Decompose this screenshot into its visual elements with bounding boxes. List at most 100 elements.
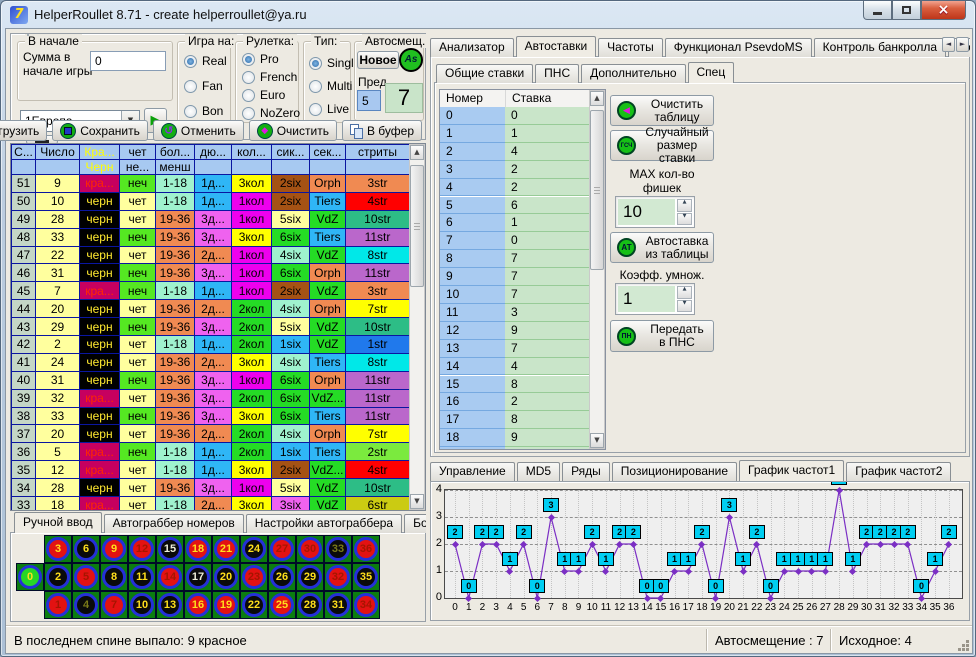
new-button[interactable]: Новое — [357, 51, 399, 69]
scroll-down-icon[interactable]: ▼ — [590, 433, 604, 448]
spins-scroll-thumb[interactable] — [410, 165, 424, 287]
main-tab-Контроль банкролла[interactable]: Контроль банкролла — [814, 38, 946, 57]
close-button[interactable]: × — [921, 1, 966, 20]
sub-tab-Дополнительно[interactable]: Дополнительно — [581, 64, 685, 83]
bets-row[interactable]: 97 — [440, 268, 589, 286]
bets-row[interactable]: 24 — [440, 143, 589, 161]
bets-row[interactable]: 56 — [440, 197, 589, 215]
spins-row[interactable]: 4928чернчет19-363д...1кол5sixVdZ10str — [12, 210, 410, 228]
spins-row[interactable]: 3720чернчет19-362д...2кол4sixOrph7str — [12, 425, 410, 443]
sub-tab-ПНС[interactable]: ПНС — [535, 64, 579, 83]
multiplier-value[interactable]: 1 — [618, 286, 675, 312]
bottom-tab-Позиционирование[interactable]: Позиционирование — [612, 462, 737, 481]
number-cell-33[interactable]: 33 — [324, 535, 352, 563]
bets-row[interactable]: 158 — [440, 376, 589, 394]
random-bet-button[interactable]: ГСЧ Случайныйразмер ставки — [610, 130, 714, 161]
clear-button[interactable]: Очистить — [249, 120, 337, 141]
autoshift-as-button[interactable]: As — [399, 48, 423, 72]
number-cell-4[interactable]: 4 — [72, 591, 100, 619]
spins-row[interactable]: 3932кра...чет19-363д...2кол6sixVdZ...11s… — [12, 389, 410, 407]
number-cell-25[interactable]: 25 — [268, 591, 296, 619]
bets-row[interactable]: 32 — [440, 161, 589, 179]
number-cell-11[interactable]: 11 — [128, 563, 156, 591]
spin-up-icon[interactable]: ▲ — [677, 199, 692, 212]
spins-row[interactable]: 4631черннеч19-363д...1кол6sixOrph11str — [12, 264, 410, 282]
minimize-button[interactable] — [863, 1, 892, 20]
spin-down-icon[interactable]: ▼ — [677, 300, 692, 313]
number-cell-2[interactable]: 2 — [44, 563, 72, 591]
input-tab-Автограббер номеров[interactable]: Автограббер номеров — [104, 514, 244, 533]
bets-row[interactable]: 42 — [440, 179, 589, 197]
number-cell-31[interactable]: 31 — [324, 591, 352, 619]
number-cell-32[interactable]: 32 — [324, 563, 352, 591]
scroll-down-icon[interactable]: ▼ — [410, 494, 424, 509]
number-cell-36[interactable]: 36 — [352, 535, 380, 563]
bets-scrollbar[interactable]: ▲ ▼ — [589, 90, 605, 449]
radio-Singl[interactable]: Singl — [309, 56, 354, 70]
number-cell-19[interactable]: 19 — [212, 591, 240, 619]
radio-Pro[interactable]: Pro — [242, 52, 300, 66]
bottom-tab-График частот2[interactable]: График частот2 — [846, 462, 951, 481]
number-cell-21[interactable]: 21 — [212, 535, 240, 563]
max-chips-value[interactable]: 10 — [618, 199, 675, 225]
spins-row[interactable]: 4722чернчет19-362д...1кол4sixVdZ8str — [12, 246, 410, 264]
number-cell-6[interactable]: 6 — [72, 535, 100, 563]
bets-row[interactable]: 70 — [440, 232, 589, 250]
number-cell-29[interactable]: 29 — [296, 563, 324, 591]
bets-row[interactable]: 193 — [440, 447, 589, 449]
spins-row[interactable]: 3428чернчет19-363д...1кол5sixVdZ10str — [12, 479, 410, 497]
radio-Live[interactable]: Live — [309, 102, 354, 116]
spins-row[interactable]: 4124чернчет19-362д...3кол4sixTiers8str — [12, 353, 410, 371]
bets-row[interactable]: 00 — [440, 107, 589, 125]
bets-row[interactable]: 178 — [440, 411, 589, 429]
spins-row[interactable]: 3833черннеч19-363д...3кол6sixTiers11str — [12, 407, 410, 425]
number-cell-35[interactable]: 35 — [352, 563, 380, 591]
save-button[interactable]: Сохранить — [52, 120, 148, 141]
bottom-tab-Ряды[interactable]: Ряды — [562, 462, 610, 481]
bottom-tab-Управление[interactable]: Управление — [430, 462, 515, 481]
spins-row[interactable]: 4833черннеч19-363д...3кол6sixTiers11str — [12, 228, 410, 246]
input-tab-Бот[interactable]: Бот — [404, 514, 426, 533]
buffer-button[interactable]: В буфер — [342, 120, 422, 141]
sub-tab-Спец[interactable]: Спец — [688, 62, 735, 83]
spins-row[interactable]: 3512кра...чет1-181д...3кол2sixVdZ...4str — [12, 461, 410, 479]
number-cell-27[interactable]: 27 — [268, 535, 296, 563]
spin-down-icon[interactable]: ▼ — [677, 213, 692, 226]
send-to-pns-button[interactable]: ПН Передатьв ПНС — [610, 320, 714, 352]
bets-row[interactable]: 144 — [440, 358, 589, 376]
main-tab-Частоты[interactable]: Частоты — [598, 38, 663, 57]
number-cell-10[interactable]: 10 — [128, 591, 156, 619]
maximize-button[interactable] — [892, 1, 921, 20]
radio-NoZero[interactable]: NoZero — [242, 106, 300, 120]
spins-scrollbar[interactable]: ▲ ▼ — [409, 144, 425, 510]
bets-row[interactable]: 107 — [440, 286, 589, 304]
input-tab-Ручной ввод[interactable]: Ручной ввод — [14, 512, 102, 533]
input-tab-Настройки автограббера[interactable]: Настройки автограббера — [246, 514, 402, 533]
number-cell-12[interactable]: 12 — [128, 535, 156, 563]
scroll-up-icon[interactable]: ▲ — [410, 145, 424, 160]
number-cell-22[interactable]: 22 — [240, 591, 268, 619]
resize-grip[interactable] — [966, 648, 969, 651]
spins-row[interactable]: 519кра...неч1-181д...3кол2sixOrph3str — [12, 175, 410, 193]
clear-table-button[interactable]: ◀ Очиститьтаблицу — [610, 95, 714, 126]
number-cell-20[interactable]: 20 — [212, 563, 240, 591]
bottom-tab-MD5[interactable]: MD5 — [517, 462, 560, 481]
number-cell-30[interactable]: 30 — [296, 535, 324, 563]
number-cell-1[interactable]: 1 — [44, 591, 72, 619]
number-cell-5[interactable]: 5 — [72, 563, 100, 591]
tab-scroll-right-icon[interactable]: ► — [956, 37, 969, 52]
bets-row[interactable]: 162 — [440, 393, 589, 411]
number-cell-15[interactable]: 15 — [156, 535, 184, 563]
spins-row[interactable]: 365кра...неч1-181д...2кол1sixTiers2str — [12, 443, 410, 461]
bets-row[interactable]: 87 — [440, 250, 589, 268]
number-cell-34[interactable]: 34 — [352, 591, 380, 619]
main-tab-Автоставки[interactable]: Автоставки — [516, 36, 597, 57]
number-cell-3[interactable]: 3 — [44, 535, 72, 563]
main-tab-Функционал PsevdoMS[interactable]: Функционал PsevdoMS — [665, 38, 812, 57]
number-cell-24[interactable]: 24 — [240, 535, 268, 563]
start-sum-input[interactable]: 0 — [90, 51, 166, 71]
number-cell-13[interactable]: 13 — [156, 591, 184, 619]
bets-row[interactable]: 113 — [440, 304, 589, 322]
main-tab-Анализатор[interactable]: Анализатор — [430, 38, 514, 57]
number-cell-26[interactable]: 26 — [268, 563, 296, 591]
